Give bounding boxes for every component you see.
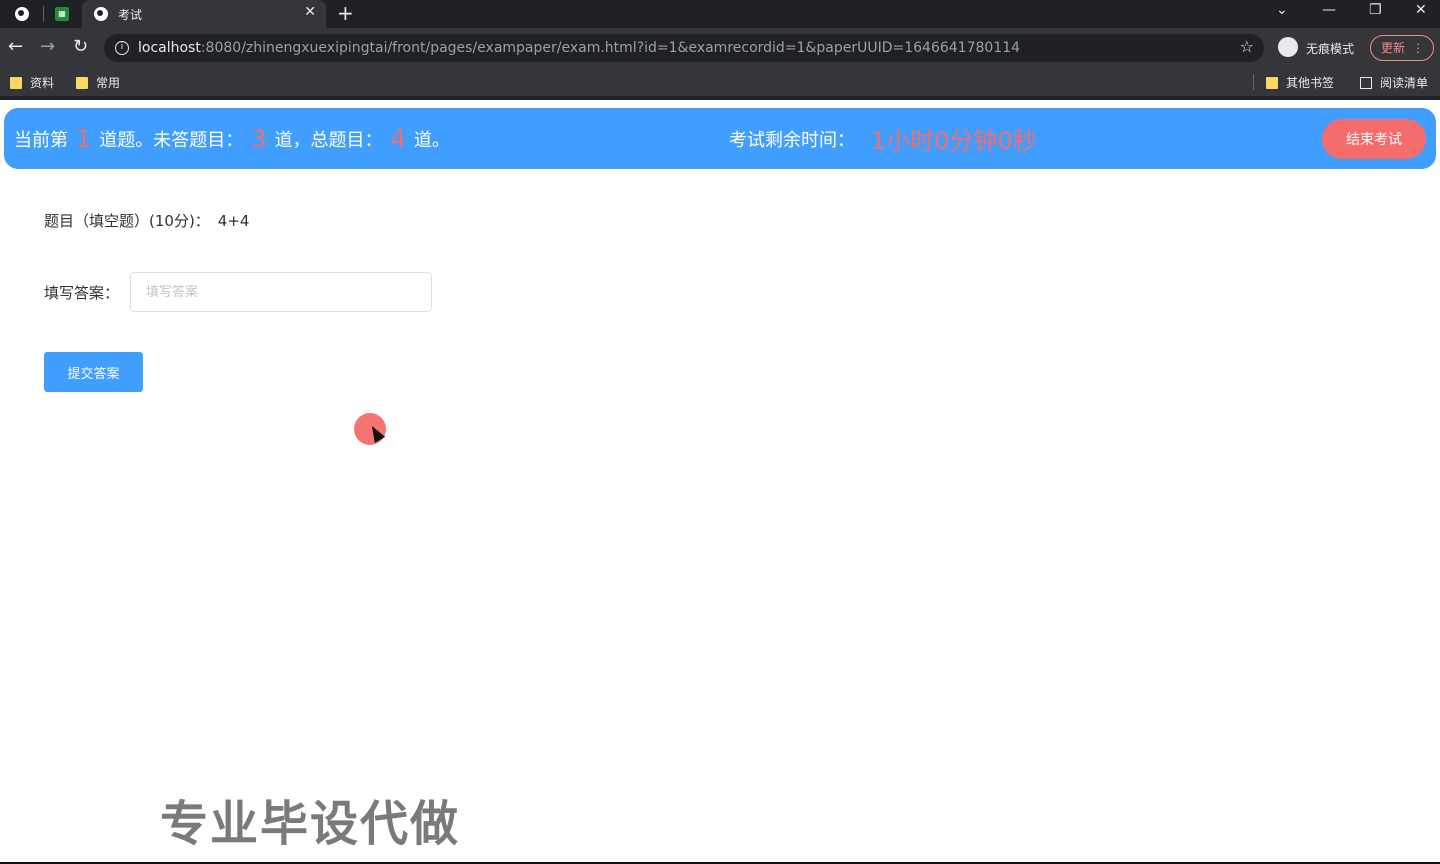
time-remaining: 考试剩余时间： 1小时0分钟0秒: [729, 108, 1037, 169]
question-label: 题目（填空题）(10分)：: [44, 212, 210, 230]
answer-label: 填写答案：: [44, 284, 120, 302]
restore-icon[interactable]: ❐: [1369, 2, 1382, 18]
tab-exam[interactable]: 考试 ✕: [82, 0, 326, 28]
new-tab-icon[interactable]: +: [337, 2, 354, 24]
address-bar[interactable]: i localhost:8080/zhinengxuexipingtai/fro…: [104, 34, 1264, 62]
forward-icon[interactable]: →: [40, 36, 55, 58]
exam-status-bar: 当前第 1 道题。未答题目： 3 道，总题目： 4 道。 考试剩余时间： 1小时…: [4, 108, 1436, 169]
bookmark-folder-ziliao[interactable]: 资料: [10, 74, 54, 91]
folder-icon: [10, 76, 22, 89]
url-text[interactable]: localhost:8080/zhinengxuexipingtai/front…: [138, 40, 1020, 56]
exam-page: 当前第 1 道题。未答题目： 3 道，总题目： 4 道。 考试剩余时间： 1小时…: [0, 100, 1440, 864]
end-exam-button[interactable]: 结束考试: [1322, 119, 1426, 159]
bookmarks-separator: [1253, 74, 1254, 90]
submit-answer-button[interactable]: 提交答案: [44, 352, 143, 392]
reading-list-icon: [1360, 76, 1372, 89]
unanswered-count: 3: [251, 124, 267, 153]
folder-icon: [1266, 76, 1278, 89]
bookmarks-bar: 资料 常用 其他书签 阅读清单: [0, 68, 1440, 96]
tab-search-chevron-icon[interactable]: ⌄: [1276, 2, 1288, 18]
info-icon[interactable]: i: [115, 41, 129, 55]
watermark-text: 专业毕设代做: [160, 796, 461, 852]
incognito-label: 无痕模式: [1306, 42, 1355, 56]
browser-toolbar: ← → ↻ i localhost:8080/zhinengxuexipingt…: [0, 28, 1440, 68]
reading-list[interactable]: 阅读清单: [1360, 74, 1428, 91]
globe-icon[interactable]: [12, 4, 32, 24]
bookmark-folder-changyong[interactable]: 常用: [76, 74, 120, 91]
question-content: 4+4: [217, 212, 250, 230]
time-label: 考试剩余时间：: [729, 129, 855, 151]
bookmark-star-icon[interactable]: ☆: [1240, 37, 1254, 56]
reload-icon[interactable]: ↻: [73, 36, 88, 58]
minimize-icon[interactable]: —: [1322, 2, 1336, 18]
tab-close-icon[interactable]: ✕: [304, 4, 316, 20]
incognito-icon: [1278, 37, 1298, 57]
timer-value: 1小时0分钟0秒: [871, 127, 1037, 155]
close-window-icon[interactable]: ✕: [1415, 2, 1427, 18]
total-count: 4: [390, 124, 406, 153]
current-question-number: 1: [76, 124, 92, 153]
question-text: 题目（填空题）(10分)： 4+4: [44, 210, 249, 231]
folder-icon: [76, 76, 88, 89]
bookmark-other[interactable]: 其他书签: [1266, 74, 1334, 91]
menu-dots-icon[interactable]: ⋮: [1412, 36, 1424, 60]
tab-globe-icon: [94, 7, 108, 21]
progress-text: 当前第 1 道题。未答题目： 3 道，总题目： 4 道。: [14, 124, 450, 153]
answer-input[interactable]: [130, 272, 432, 312]
update-button[interactable]: 更新 ⋮: [1370, 35, 1434, 61]
back-icon[interactable]: ←: [8, 36, 23, 58]
tab-separator: [43, 6, 44, 22]
browser-tab-bar: ▦ 考试 ✕ + ⌄ — ❐ ✕: [0, 0, 1440, 28]
sheets-tab-icon[interactable]: ▦: [52, 4, 72, 24]
tab-title: 考试: [118, 8, 143, 22]
